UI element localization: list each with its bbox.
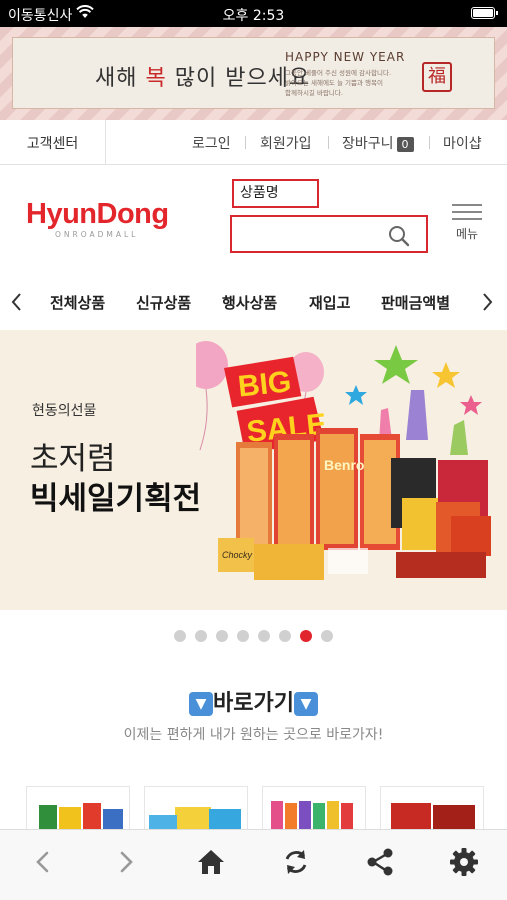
carousel-dot[interactable] — [279, 630, 291, 642]
hamburger-line — [452, 211, 482, 213]
cart-count-badge: 0 — [396, 137, 414, 152]
down-arrow-icon: ▼ — [293, 692, 318, 716]
divider — [245, 136, 246, 149]
carousel-dot[interactable] — [321, 630, 333, 642]
status-bar: 이동통신사 오후 2:53 — [0, 0, 507, 27]
carousel-dot[interactable] — [216, 630, 228, 642]
hero-banner[interactable]: 현동의선물 초저렴 빅세일기획전 BIG SALE Benro Chocky — [0, 330, 507, 610]
my-shop-link[interactable]: 마이샵 — [443, 133, 482, 153]
settings-icon[interactable] — [448, 846, 480, 878]
product-thumbnail — [39, 803, 123, 830]
search-type-select[interactable]: 상품명 — [232, 179, 319, 208]
carousel-indicators — [0, 630, 507, 644]
customer-center-link[interactable]: 고객센터 — [0, 120, 106, 165]
svg-text:Benro: Benro — [324, 457, 364, 473]
login-link[interactable]: 로그인 — [192, 133, 231, 153]
menu-label: 메뉴 — [455, 227, 479, 241]
menu-button[interactable]: 메뉴 — [449, 200, 485, 244]
sale-products-illustration: BIG SALE Benro Chocky — [196, 341, 491, 580]
forward-icon[interactable] — [110, 846, 142, 878]
cart-link[interactable]: 장바구니 0 — [342, 133, 414, 153]
hamburger-line — [452, 218, 482, 220]
hamburger-line — [452, 204, 482, 206]
top-links-bar: 고객센터 로그인 회원가입 장바구니 0 마이샵 — [0, 120, 507, 165]
category-item-restock[interactable]: 재입고 — [309, 292, 350, 313]
search-input[interactable] — [238, 223, 378, 245]
search-icon[interactable] — [388, 225, 410, 247]
new-year-message: 그동안 베풀어 주신 성원에 감사합니다. 밝아오는 새해에도 늘 기쁨과 행복… — [285, 69, 392, 97]
carousel-dot[interactable] — [237, 630, 249, 642]
category-item-new[interactable]: 신규상품 — [136, 292, 191, 313]
product-thumbnail — [271, 801, 353, 830]
hero-title: 빅세일기획전 — [30, 481, 202, 517]
shortcut-tile[interactable] — [262, 786, 366, 830]
chevron-right-icon[interactable] — [476, 290, 498, 314]
category-item-event[interactable]: 행사상품 — [222, 292, 277, 313]
carousel-dot[interactable] — [174, 630, 186, 642]
happy-new-year-text: HAPPY NEW YEAR — [285, 50, 406, 64]
logo-subtext: ONROADMALL — [55, 230, 139, 239]
browser-bottom-bar — [0, 829, 507, 900]
new-year-card: 새해 복 많이 받으세요 HAPPY NEW YEAR 그동안 베풀어 주신 성… — [12, 37, 495, 109]
shortcut-tile[interactable] — [380, 786, 484, 830]
back-icon[interactable] — [27, 846, 59, 878]
down-arrow-icon: ▼ — [189, 692, 214, 716]
shortcut-description: 이제는 편하게 내가 원하는 곳으로 바로가자! — [123, 727, 384, 743]
shortcut-tiles — [26, 786, 486, 830]
new-year-banner[interactable]: 새해 복 많이 받으세요 HAPPY NEW YEAR 그동안 베풀어 주신 성… — [0, 27, 507, 120]
carousel-dot[interactable] — [258, 630, 270, 642]
search-field — [230, 215, 428, 253]
product-thumbnail — [149, 807, 241, 830]
hyundong-logo[interactable]: HyunDong — [26, 198, 169, 231]
svg-text:BIG: BIG — [236, 365, 293, 403]
home-icon[interactable] — [195, 846, 227, 878]
product-thumbnail — [391, 803, 475, 830]
hero-brand: 현동의선물 — [32, 403, 97, 419]
hero-subtitle: 초저렴 — [30, 441, 116, 477]
category-item-all[interactable]: 전체상품 — [50, 292, 105, 313]
shortcut-tile[interactable] — [144, 786, 248, 830]
cart-label: 장바구니 — [342, 136, 394, 152]
svg-text:Chocky: Chocky — [222, 550, 253, 560]
refresh-icon[interactable] — [280, 846, 312, 878]
category-nav: 전체상품 신규상품 행사상품 재입고 판매금액별 — [0, 282, 507, 322]
chevron-left-icon[interactable] — [6, 290, 28, 314]
battery-icon — [471, 7, 498, 19]
divider — [429, 136, 430, 149]
carousel-dot[interactable] — [195, 630, 207, 642]
shortcut-heading: ▼ 바로가기 ▼ — [0, 685, 507, 717]
divider — [328, 136, 329, 149]
carousel-dot-active[interactable] — [300, 630, 312, 642]
signup-link[interactable]: 회원가입 — [260, 133, 312, 153]
fortune-seal-icon: 福 — [422, 62, 452, 92]
shortcut-tile[interactable] — [26, 786, 130, 830]
new-year-greeting: 새해 복 많이 받으세요 — [95, 66, 311, 91]
clock: 오후 2:53 — [222, 8, 285, 24]
share-icon[interactable] — [364, 846, 396, 878]
category-item-price[interactable]: 판매금액별 — [381, 292, 450, 313]
